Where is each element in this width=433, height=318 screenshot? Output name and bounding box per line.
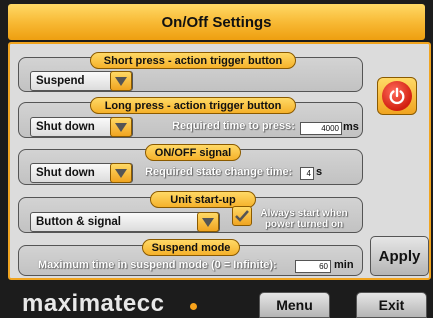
power-icon: [382, 81, 412, 111]
short-press-value: Suspend: [36, 75, 85, 87]
onoff-signal-time-input[interactable]: 4: [300, 167, 314, 180]
exit-button[interactable]: Exit: [356, 292, 427, 318]
long-press-tag: Long press - action trigger button: [90, 97, 296, 114]
onoff-signal-tag: ON/OFF signal: [145, 144, 241, 161]
onoff-signal-time-label: Required state change time:: [145, 166, 293, 178]
logo: maximatecc: [22, 290, 165, 317]
long-press-time-label: Required time to press:: [172, 120, 295, 132]
suspend-max-input[interactable]: 60: [295, 260, 331, 273]
always-start-checkbox[interactable]: [232, 206, 252, 226]
page-title: On/Off Settings: [8, 4, 425, 40]
logo-dot-icon: [190, 303, 197, 310]
onoff-signal-value: Shut down: [36, 167, 95, 179]
long-press-time-unit: ms: [343, 121, 359, 133]
suspend-max-label: Maximum time in suspend mode (0 = Infini…: [38, 259, 277, 271]
short-press-tag: Short press - action trigger button: [90, 52, 296, 69]
menu-button[interactable]: Menu: [259, 292, 330, 318]
chevron-down-icon[interactable]: [110, 117, 132, 137]
unit-startup-value: Button & signal: [36, 216, 121, 228]
apply-button[interactable]: Apply: [370, 236, 429, 276]
always-start-label: Always start when power turned on: [260, 208, 348, 230]
onoff-signal-dropdown[interactable]: Shut down: [30, 163, 133, 183]
short-press-dropdown[interactable]: Suspend: [30, 71, 133, 91]
suspend-max-unit: min: [334, 259, 354, 271]
on-off-settings-screen: On/Off Settings Short press - action tri…: [0, 0, 433, 318]
power-button[interactable]: [377, 77, 417, 115]
long-press-dropdown[interactable]: Shut down: [30, 117, 133, 137]
onoff-signal-time-unit: s: [316, 166, 323, 178]
long-press-time-input[interactable]: 4000: [300, 122, 342, 135]
long-press-value: Shut down: [36, 121, 95, 133]
chevron-down-icon[interactable]: [110, 163, 132, 183]
unit-startup-dropdown[interactable]: Button & signal: [30, 212, 220, 232]
chevron-down-icon[interactable]: [197, 212, 219, 232]
chevron-down-icon[interactable]: [110, 71, 132, 91]
check-icon: [235, 210, 249, 222]
suspend-mode-tag: Suspend mode: [142, 239, 240, 256]
